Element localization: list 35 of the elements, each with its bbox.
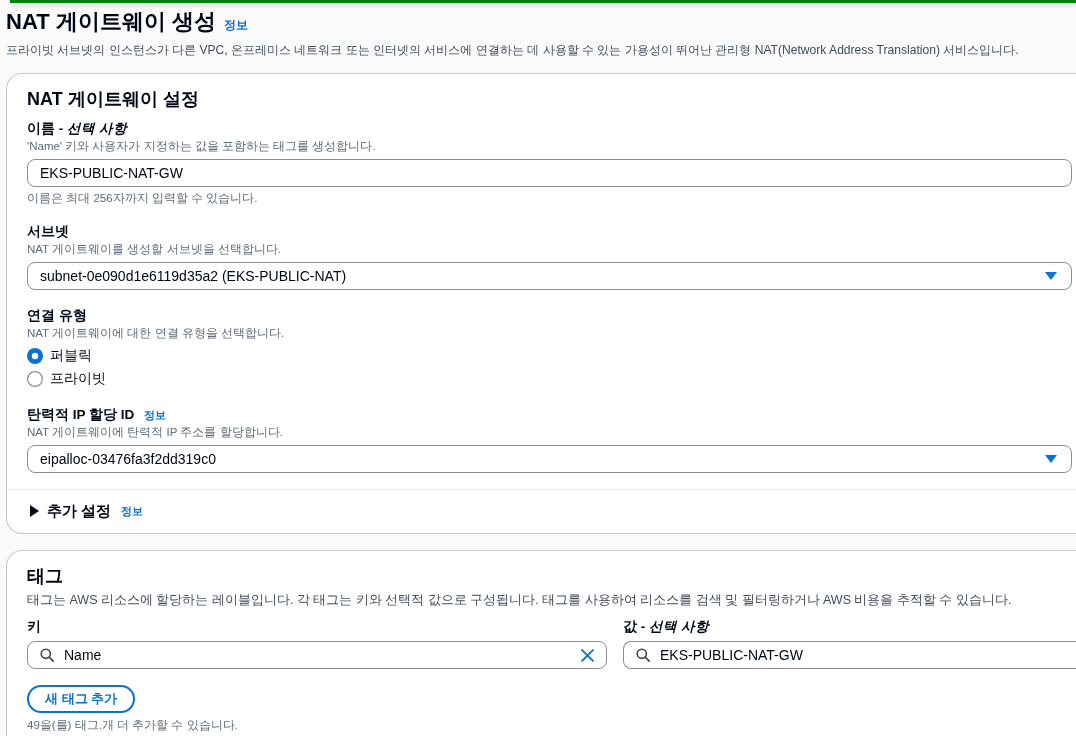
search-icon [40, 648, 54, 662]
field-label: 이름 - 선택 사항 [27, 120, 127, 138]
page-title: NAT 게이트웨이 생성 [6, 8, 216, 36]
panel-description: 태그는 AWS 리소스에 할당하는 레이블입니다. 각 태그는 키와 선택적 값으로 구성됩니다. 태그를 사용하여 리소스를 검색 및 필터링하거나 AWS 비용을 추적할 수 있습니다. [27, 592, 1013, 609]
tag-limit-hint: 49을(를) 태그.개 더 추가할 수 있습니다. [27, 718, 239, 733]
caret-down-icon [1045, 455, 1057, 463]
tag-key-input[interactable]: Name [27, 641, 607, 669]
text-input[interactable]: EKS-PUBLIC-NAT-GW [27, 159, 1072, 187]
select-dropdown[interactable]: subnet-0e090d1e6119d35a2 (EKS-PUBLIC-NAT) [27, 262, 1072, 290]
clear-button[interactable] [581, 648, 594, 662]
select-dropdown[interactable]: eipalloc-03476fa3f2dd319c0 [27, 445, 1072, 473]
field-description: NAT 게이트웨이에 대한 연결 유형을 선택합니다. [27, 326, 285, 341]
caret-down-icon [1045, 272, 1057, 280]
info-link[interactable]: 정보 [121, 503, 144, 519]
key-label: 키 [27, 618, 42, 636]
panel-title: NAT 게이트웨이 설정 [27, 88, 200, 111]
field-hint: 이름은 최대 256자까지 입력할 수 있습니다. [27, 191, 258, 206]
field-description: NAT 게이트웨이를 생성할 서브넷을 선택합니다. [27, 242, 281, 257]
value-label: 값 - 선택 사항 [623, 618, 711, 636]
field-label: 연결 유형 [27, 307, 87, 325]
field-label: 탄력적 IP 할당 ID [27, 406, 135, 424]
field-label: 서브넷 [27, 223, 69, 241]
add-tag-button[interactable]: 새 태그 추가 [27, 685, 136, 713]
additional-settings-toggle[interactable]: 추가 설정 [30, 501, 112, 521]
search-icon [636, 648, 650, 662]
field-description: NAT 게이트웨이에 탄력적 IP 주소를 할당합니다. [27, 425, 283, 440]
panel-title: 태그 [27, 565, 64, 588]
info-link[interactable]: 정보 [223, 17, 248, 34]
page-description: 프라이빗 서브넷의 인스턴스가 다른 VPC, 온프레미스 네트워크 또는 인터넷의 서비스에 연결하는 데 사용할 수 있는 가용성이 뛰어난 관리형 NAT(Network Address Translation) 서비스입니다. [6, 42, 1019, 59]
close-icon [581, 648, 594, 662]
radio-option[interactable]: 프라이빗 [27, 369, 106, 389]
field-description: 'Name' 키와 사용자가 지정하는 값을 포함하는 태그를 생성합니다. [27, 139, 376, 154]
info-link[interactable]: 정보 [144, 408, 167, 423]
radio-option[interactable]: 퍼블릭 [27, 346, 106, 366]
tag-value-input[interactable]: EKS-PUBLIC-NAT-GW [623, 641, 1076, 669]
